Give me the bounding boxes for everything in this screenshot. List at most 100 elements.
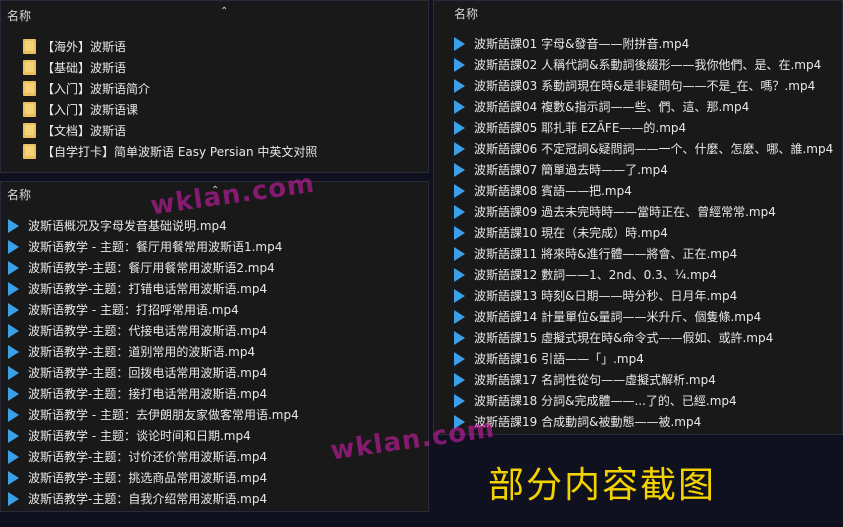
video-file-icon bbox=[454, 57, 465, 72]
file-item-label: 波斯語課19 合成動詞&被動態——被.mp4 bbox=[474, 415, 702, 429]
folder-item[interactable]: 【入门】波斯语简介 bbox=[23, 78, 428, 99]
video-file-icon bbox=[454, 414, 465, 429]
file-item-label: 波斯語課10 現在（未完成）時.mp4 bbox=[474, 226, 668, 240]
folders-pane: 名称 ⌃ 【海外】波斯语 【基础】波斯语【入门】波斯语简介 【入门】波斯语课 【文档】… bbox=[0, 0, 429, 173]
name-column-header[interactable]: 名称 bbox=[434, 1, 842, 27]
file-item[interactable]: 波斯語課10 現在（未完成）時.mp4 bbox=[454, 222, 842, 243]
file-item[interactable]: 波斯语教学-主题：接打电话常用波斯语.mp4 bbox=[8, 383, 428, 404]
column-header-label: 名称 bbox=[454, 7, 479, 21]
video-file-icon bbox=[8, 449, 19, 464]
file-item[interactable]: 波斯語課15 虛擬式現在時&命令式——假如、或許.mp4 bbox=[454, 327, 842, 348]
file-item[interactable]: 波斯語課17 名詞性從句——虛擬式解析.mp4 bbox=[454, 369, 842, 390]
file-item[interactable]: 波斯語課13 時刻&日期——時分秒、日月年.mp4 bbox=[454, 285, 842, 306]
folder-item-label: 【自学打卡】简单波斯语 Easy Persian 中英文对照 bbox=[42, 145, 318, 159]
file-item-label: 波斯語課18 分詞&完成體——...了的、已經.mp4 bbox=[474, 394, 737, 408]
file-item[interactable]: 波斯語課14 計量單位&量詞——米升斤、個隻條.mp4 bbox=[454, 306, 842, 327]
file-item[interactable]: 波斯語課16 引語——「」.mp4 bbox=[454, 348, 842, 369]
file-item[interactable]: 波斯语教学-主题：道别常用的波斯语.mp4 bbox=[8, 341, 428, 362]
name-column-header[interactable]: 名称 ⌃ bbox=[1, 1, 428, 31]
folder-icon bbox=[23, 144, 36, 159]
video-file-icon bbox=[454, 99, 465, 114]
file-item[interactable]: 波斯语概况及字母发音基础说明.mp4 bbox=[8, 215, 428, 236]
file-item-label: 波斯語課17 名詞性從句——虛擬式解析.mp4 bbox=[474, 373, 716, 387]
file-item[interactable]: 波斯語課03 系動詞現在時&是非疑問句——不是_在、嗎？.mp4 bbox=[454, 75, 842, 96]
file-item[interactable]: 波斯語課05 耶扎菲 EZĀFE——的.mp4 bbox=[454, 117, 842, 138]
folder-list: 【海外】波斯语 【基础】波斯语【入门】波斯语简介 【入门】波斯语课 【文档】波斯语【自… bbox=[1, 31, 428, 162]
folder-item-label: 【基础】波斯语 bbox=[42, 61, 127, 75]
file-item[interactable]: 波斯語課09 過去未完時時——當時正在、曾經常常.mp4 bbox=[454, 201, 842, 222]
folder-item-label: 【入门】波斯语课 bbox=[42, 103, 139, 117]
video-file-icon bbox=[8, 428, 19, 443]
folder-icon bbox=[23, 81, 36, 96]
sort-caret-icon[interactable]: ⌃ bbox=[220, 1, 228, 27]
video-file-icon bbox=[454, 246, 465, 261]
video-file-icon bbox=[454, 162, 465, 177]
file-item[interactable]: 波斯语教学-主题：自我介绍常用波斯语.mp4 bbox=[8, 488, 428, 509]
video-file-icon bbox=[454, 288, 465, 303]
video-file-icon bbox=[454, 309, 465, 324]
right-files-pane: 名称 波斯語課01 字母&發音——附拼音.mp4 波斯語課02 人稱代詞&系動詞後… bbox=[433, 0, 843, 435]
file-item-label: 波斯语教学 - 主题：去伊朗朋友家做客常用语.mp4 bbox=[28, 408, 299, 422]
file-item[interactable]: 波斯语教学-主题：回拨电话常用波斯语.mp4 bbox=[8, 362, 428, 383]
file-item-label: 波斯語課14 計量單位&量詞——米升斤、個隻條.mp4 bbox=[474, 310, 762, 324]
video-file-icon bbox=[454, 372, 465, 387]
folder-item[interactable]: 【海外】波斯语 bbox=[23, 36, 428, 57]
file-item[interactable]: 波斯语教学 - 主题：谈论时间和日期.mp4 bbox=[8, 425, 428, 446]
folder-item[interactable]: 【文档】波斯语 bbox=[23, 120, 428, 141]
file-item[interactable]: 波斯語課06 不定冠詞&疑問詞——一个、什麼、怎麼、哪、誰.mp4 bbox=[454, 138, 842, 159]
folder-item[interactable]: 【自学打卡】简单波斯语 Easy Persian 中英文对照 bbox=[23, 141, 428, 162]
file-item[interactable]: 波斯語課08 賓語——把.mp4 bbox=[454, 180, 842, 201]
video-file-icon bbox=[454, 267, 465, 282]
file-item[interactable]: 波斯語課07 簡單過去時——了.mp4 bbox=[454, 159, 842, 180]
video-file-icon bbox=[454, 36, 465, 51]
file-item[interactable]: 波斯语教学-主题：餐厅用餐常用波斯语2.mp4 bbox=[8, 257, 428, 278]
file-item-label: 波斯語課06 不定冠詞&疑問詞——一个、什麼、怎麼、哪、誰.mp4 bbox=[474, 142, 834, 156]
folder-item-label: 【文档】波斯语 bbox=[42, 124, 127, 138]
file-item-label: 波斯語課05 耶扎菲 EZĀFE——的.mp4 bbox=[474, 121, 687, 135]
folder-item[interactable]: 【入门】波斯语课 bbox=[23, 99, 428, 120]
video-file-icon bbox=[454, 393, 465, 408]
sort-caret-icon[interactable]: ⌃ bbox=[211, 182, 219, 204]
video-file-icon bbox=[454, 351, 465, 366]
video-file-icon bbox=[454, 141, 465, 156]
file-item-label: 波斯語課01 字母&發音——附拼音.mp4 bbox=[474, 37, 690, 51]
file-item[interactable]: 波斯语教学 - 主题：去伊朗朋友家做客常用语.mp4 bbox=[8, 404, 428, 425]
file-item[interactable]: 波斯語課19 合成動詞&被動態——被.mp4 bbox=[454, 411, 842, 432]
folder-item-label: 【海外】波斯语 bbox=[42, 40, 127, 54]
file-item[interactable]: 波斯语教学-主题：讨价还价常用波斯语.mp4 bbox=[8, 446, 428, 467]
file-item[interactable]: 波斯語課01 字母&發音——附拼音.mp4 bbox=[454, 33, 842, 54]
file-item[interactable]: 波斯语教学 - 主题：打招呼常用语.mp4 bbox=[8, 299, 428, 320]
file-item-label: 波斯语教学 - 主题：打招呼常用语.mp4 bbox=[28, 303, 239, 317]
file-item[interactable]: 波斯語課04 複數&指示詞——些、們、這、那.mp4 bbox=[454, 96, 842, 117]
file-item-label: 波斯语教学-主题：接打电话常用波斯语.mp4 bbox=[28, 387, 268, 401]
video-file-icon bbox=[8, 281, 19, 296]
file-item[interactable]: 波斯语教学 - 主题：餐厅用餐常用波斯语1.mp4 bbox=[8, 236, 428, 257]
folder-item[interactable]: 【基础】波斯语 bbox=[23, 57, 428, 78]
video-file-icon bbox=[8, 239, 19, 254]
file-item-label: 波斯語課08 賓語——把.mp4 bbox=[474, 184, 632, 198]
file-item-label: 波斯语教学-主题：打错电话常用波斯语.mp4 bbox=[28, 282, 268, 296]
file-item[interactable]: 波斯语教学-主题：代接电话常用波斯语.mp4 bbox=[8, 320, 428, 341]
file-item-label: 波斯語課04 複數&指示詞——些、們、這、那.mp4 bbox=[474, 100, 750, 114]
file-item-label: 波斯语教学 - 主题：餐厅用餐常用波斯语1.mp4 bbox=[28, 240, 283, 254]
file-item[interactable]: 波斯語課02 人稱代詞&系動詞後綴形——我你他們、是、在.mp4 bbox=[454, 54, 842, 75]
name-column-header[interactable]: 名称 ⌃ bbox=[1, 182, 428, 208]
video-file-icon bbox=[8, 407, 19, 422]
folder-icon bbox=[23, 102, 36, 117]
column-header-label: 名称 bbox=[7, 9, 32, 23]
file-item[interactable]: 波斯語課12 數詞——1、2nd、0.3、¼.mp4 bbox=[454, 264, 842, 285]
file-item-label: 波斯语教学-主题：自我介绍常用波斯语.mp4 bbox=[28, 492, 268, 506]
file-item-label: 波斯語課07 簡單過去時——了.mp4 bbox=[474, 163, 668, 177]
file-item[interactable]: 波斯语教学-主题：挑选商品常用波斯语.mp4 bbox=[8, 467, 428, 488]
file-item[interactable]: 波斯语教学-主题：打错电话常用波斯语.mp4 bbox=[8, 278, 428, 299]
file-item-label: 波斯語課03 系動詞現在時&是非疑問句——不是_在、嗎？.mp4 bbox=[474, 79, 816, 93]
folder-item-label: 【入门】波斯语简介 bbox=[42, 82, 151, 96]
video-file-icon bbox=[454, 330, 465, 345]
file-list: 波斯语概况及字母发音基础说明.mp4 波斯语教学 - 主题：餐厅用餐常用波斯语1.… bbox=[1, 208, 428, 509]
file-item-label: 波斯語課02 人稱代詞&系動詞後綴形——我你他們、是、在.mp4 bbox=[474, 58, 822, 72]
file-item-label: 波斯语教学-主题：回拨电话常用波斯语.mp4 bbox=[28, 366, 268, 380]
file-item[interactable]: 波斯語課11 將來時&進行體——將會、正在.mp4 bbox=[454, 243, 842, 264]
file-item-label: 波斯語課15 虛擬式現在時&命令式——假如、或許.mp4 bbox=[474, 331, 774, 345]
file-item[interactable]: 波斯語課18 分詞&完成體——...了的、已經.mp4 bbox=[454, 390, 842, 411]
file-item-label: 波斯語課12 數詞——1、2nd、0.3、¼.mp4 bbox=[474, 268, 718, 282]
